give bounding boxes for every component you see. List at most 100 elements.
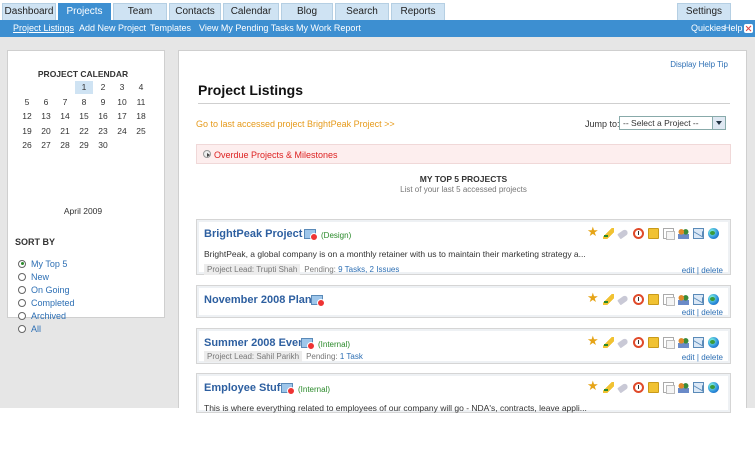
radio-icon[interactable] (18, 324, 26, 333)
folder-icon[interactable] (648, 382, 659, 393)
tab-team[interactable]: Team (113, 3, 167, 20)
tab-settings[interactable]: Settings (677, 3, 731, 20)
tag-icon[interactable] (617, 294, 629, 306)
calendar-day[interactable]: 29 (75, 139, 93, 152)
sort-option-my-top-5[interactable]: My Top 5 (18, 259, 67, 269)
people-icon[interactable] (678, 337, 689, 348)
documents-icon[interactable] (663, 228, 675, 240)
globe-icon[interactable] (708, 382, 719, 393)
calendar-day[interactable]: 19 (18, 125, 36, 138)
calendar-day[interactable]: 10 (113, 96, 131, 109)
calendar-day[interactable]: 8 (75, 96, 93, 109)
star-icon[interactable] (587, 378, 599, 394)
radio-icon[interactable] (18, 311, 26, 320)
calendar-day[interactable]: 28 (56, 139, 74, 152)
delete-link[interactable]: delete (701, 308, 723, 317)
sort-option-all[interactable]: All (18, 324, 41, 334)
documents-icon[interactable] (663, 382, 675, 394)
tab-calendar[interactable]: Calendar (223, 3, 279, 20)
pending-tasks-link[interactable]: 9 Tasks, (338, 265, 367, 274)
jump-to-select[interactable]: -- Select a Project -- (619, 116, 726, 130)
tab-search[interactable]: Search (335, 3, 389, 20)
people-icon[interactable] (678, 382, 689, 393)
calendar-day[interactable]: 30 (94, 139, 112, 152)
project-name-link[interactable]: BrightPeak Project (204, 228, 302, 240)
mail-icon[interactable] (693, 294, 704, 305)
calendar-day[interactable]: 25 (132, 125, 150, 138)
quickies-link[interactable]: Quickies (691, 23, 726, 33)
clock-icon[interactable] (633, 337, 644, 348)
edit-link[interactable]: edit (682, 266, 695, 275)
tab-reports[interactable]: Reports (391, 3, 445, 20)
calendar-day[interactable]: 7 (56, 96, 74, 109)
sort-option-on-going[interactable]: On Going (18, 285, 70, 295)
calendar-day[interactable]: 5 (18, 96, 36, 109)
folder-icon[interactable] (648, 228, 659, 239)
calendar-day[interactable]: 1 (75, 81, 93, 94)
star-icon[interactable] (587, 290, 599, 306)
calendar-day[interactable]: 12 (18, 110, 36, 123)
calendar-day[interactable]: 16 (94, 110, 112, 123)
documents-icon[interactable] (663, 337, 675, 349)
sort-option-completed[interactable]: Completed (18, 298, 75, 308)
tab-blog[interactable]: Blog (281, 3, 333, 20)
radio-icon[interactable] (18, 298, 26, 307)
calendar-day[interactable]: 4 (132, 81, 150, 94)
tag-icon[interactable] (617, 382, 629, 394)
close-icon[interactable] (744, 24, 753, 33)
star-icon[interactable] (587, 224, 599, 240)
pencil-icon[interactable] (603, 382, 614, 393)
pending-tasks-link[interactable]: 1 Task (340, 352, 363, 361)
documents-icon[interactable] (663, 294, 675, 306)
delete-link[interactable]: delete (701, 353, 723, 362)
calendar-day[interactable]: 22 (75, 125, 93, 138)
subnav-project-listings[interactable]: Project Listings (13, 23, 74, 33)
calendar-day[interactable]: 17 (113, 110, 131, 123)
tab-projects[interactable]: Projects (58, 3, 111, 20)
project-name-link[interactable]: November 2008 Plans (204, 294, 318, 306)
pencil-icon[interactable] (603, 337, 614, 348)
calendar-day[interactable]: 13 (37, 110, 55, 123)
calendar-day[interactable]: 26 (18, 139, 36, 152)
pencil-icon[interactable] (603, 294, 614, 305)
radio-icon[interactable] (18, 259, 26, 268)
calendar-day[interactable]: 3 (113, 81, 131, 94)
calendar-day[interactable]: 20 (37, 125, 55, 138)
calendar-day[interactable]: 15 (75, 110, 93, 123)
tag-icon[interactable] (617, 228, 629, 240)
sort-option-archived[interactable]: Archived (18, 311, 66, 321)
overdue-projects-toggle[interactable]: Overdue Projects & Milestones (196, 144, 731, 164)
expand-arrow-icon[interactable] (203, 150, 211, 158)
tag-icon[interactable] (617, 337, 629, 349)
display-help-tip-link[interactable]: Display Help Tip (670, 60, 728, 69)
calendar-day[interactable]: 24 (113, 125, 131, 138)
radio-icon[interactable] (18, 285, 26, 294)
mail-icon[interactable] (693, 382, 704, 393)
folder-icon[interactable] (648, 337, 659, 348)
pending-issues-link[interactable]: 2 Issues (370, 265, 400, 274)
people-icon[interactable] (678, 228, 689, 239)
project-name-link[interactable]: Summer 2008 Event (204, 337, 309, 349)
message-icon[interactable] (281, 383, 295, 395)
globe-icon[interactable] (708, 228, 719, 239)
mail-icon[interactable] (693, 228, 704, 239)
calendar-day[interactable]: 21 (56, 125, 74, 138)
calendar-day[interactable]: 27 (37, 139, 55, 152)
star-icon[interactable] (587, 333, 599, 349)
message-icon[interactable] (304, 229, 318, 241)
calendar-day[interactable]: 2 (94, 81, 112, 94)
subnav-add-new-project[interactable]: Add New Project (79, 23, 146, 33)
subnav-work-report[interactable]: My Work Report (296, 23, 361, 33)
radio-icon[interactable] (18, 272, 26, 281)
pencil-icon[interactable] (603, 228, 614, 239)
clock-icon[interactable] (633, 228, 644, 239)
help-link[interactable]: Help (724, 23, 743, 33)
project-name-link[interactable]: Employee Stuff (204, 382, 284, 394)
folder-icon[interactable] (648, 294, 659, 305)
message-icon[interactable] (311, 295, 325, 307)
last-accessed-project-link[interactable]: Go to last accessed project BrightPeak P… (196, 119, 395, 129)
calendar-day[interactable]: 23 (94, 125, 112, 138)
calendar-day[interactable]: 9 (94, 96, 112, 109)
clock-icon[interactable] (633, 382, 644, 393)
calendar-day[interactable]: 18 (132, 110, 150, 123)
